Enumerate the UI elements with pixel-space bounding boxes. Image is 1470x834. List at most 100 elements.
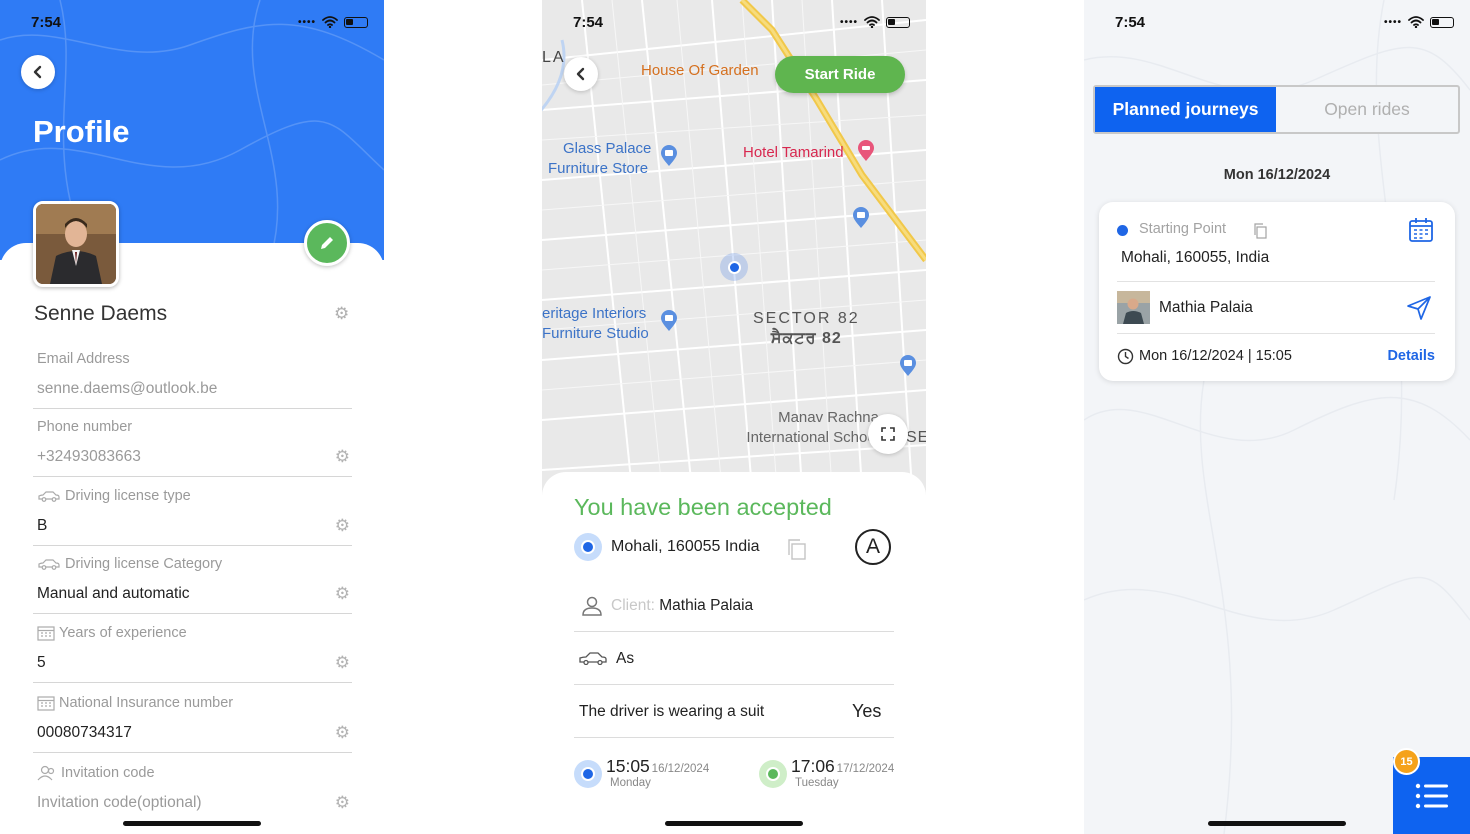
start-ride-button[interactable]: Start Ride xyxy=(775,56,905,93)
phone-label-text: Phone number xyxy=(37,419,133,435)
status-bar: 7:54 •••• xyxy=(0,12,384,34)
status-time: 7:54 xyxy=(31,14,62,31)
experience-value: 5 xyxy=(37,654,46,671)
map-label-heritage-line2: Furniture Studio xyxy=(542,325,649,342)
status-time: 7:54 xyxy=(573,14,604,31)
license-type-value: B xyxy=(37,517,48,534)
insurance-number-label-text: National Insurance number xyxy=(59,695,234,711)
signal-icon: •••• xyxy=(297,16,316,28)
status-icons: •••• xyxy=(298,16,368,28)
map-label-sector-line1: SECTOR 82 xyxy=(753,310,860,327)
client-row: Client: Mathia Palaia xyxy=(611,597,753,615)
shop-pin-icon xyxy=(661,145,677,166)
back-button[interactable] xyxy=(21,55,55,89)
map-label-glass-palace-line1: Glass Palace xyxy=(563,140,652,157)
start-time: 15:05 xyxy=(606,756,650,776)
email-value: senne.daems@outlook.be xyxy=(37,380,218,397)
profile-name: Senne Daems xyxy=(34,302,168,325)
current-location-marker xyxy=(720,253,748,281)
send-icon[interactable] xyxy=(1406,295,1432,321)
notification-badge: 15 xyxy=(1393,748,1420,775)
gear-icon[interactable]: ⚙ xyxy=(335,793,350,813)
experience-field[interactable]: Years of experience 5 ⚙ xyxy=(33,621,352,683)
car-icon xyxy=(38,491,60,502)
start-day: Monday xyxy=(610,777,651,789)
email-field[interactable]: Email Address senne.daems@outlook.be xyxy=(33,347,352,409)
insurance-number-field[interactable]: National Insurance number 00080734317 ⚙ xyxy=(33,691,352,753)
end-time-row: 17:06 17/12/2024 xyxy=(791,756,894,777)
pencil-icon xyxy=(321,237,333,249)
map-label-sector-line2: ਸੈਕਟਰ 82 xyxy=(770,330,842,347)
starting-point-label: Starting Point xyxy=(1139,221,1227,237)
tab-open-rides[interactable]: Open rides xyxy=(1276,87,1458,132)
license-category-label: Driving license Category xyxy=(37,556,222,572)
gear-icon[interactable]: ⚙ xyxy=(335,584,350,604)
home-indicator xyxy=(665,821,803,826)
back-button[interactable] xyxy=(564,57,598,91)
client-name: Mathia Palaia xyxy=(659,597,754,614)
expand-map-button[interactable] xyxy=(868,414,908,454)
email-label-text: Email Address xyxy=(37,351,130,367)
tab-planned-journeys[interactable]: Planned journeys xyxy=(1095,87,1276,132)
edit-profile-button[interactable] xyxy=(304,220,350,266)
driver-avatar xyxy=(1117,291,1150,324)
license-type-label: Driving license type xyxy=(37,488,191,504)
divider xyxy=(574,631,894,632)
shop-pin-icon xyxy=(900,355,916,376)
map-label-manav-line1: Manav Rachna xyxy=(778,409,879,426)
page-title: Profile xyxy=(33,114,130,149)
map-label-house-of-garden: House Of Garden xyxy=(641,62,759,79)
status-time: 7:54 xyxy=(1115,14,1146,31)
map-view[interactable]: 7:54 •••• LA House Of Garden Start Ride … xyxy=(542,0,926,490)
starting-point-address: Mohali, 160055, India xyxy=(1121,249,1270,266)
copy-icon[interactable] xyxy=(785,537,807,561)
status-bar: 7:54 •••• xyxy=(1084,12,1470,34)
signal-icon: •••• xyxy=(839,16,858,28)
client-label: Client: xyxy=(611,597,655,614)
journey-tabs: Planned journeys Open rides xyxy=(1093,85,1460,134)
journey-card[interactable]: Starting Point Mohali, 160055, India Mat… xyxy=(1099,202,1455,381)
signal-icon: •••• xyxy=(1383,16,1402,28)
wifi-icon xyxy=(322,16,338,28)
battery-icon xyxy=(1430,16,1454,28)
wifi-icon xyxy=(864,16,880,28)
license-type-field[interactable]: Driving license type B ⚙ xyxy=(33,484,352,546)
end-day: Tuesday xyxy=(795,777,839,789)
map-label-manav-line2: International School xyxy=(746,429,879,446)
gear-icon[interactable]: ⚙ xyxy=(334,304,349,324)
divider xyxy=(1117,333,1435,334)
gear-icon[interactable]: ⚙ xyxy=(335,516,350,536)
chevron-left-icon xyxy=(33,65,42,79)
home-indicator xyxy=(1208,821,1346,826)
copy-icon[interactable] xyxy=(1253,223,1267,239)
end-date: 17/12/2024 xyxy=(836,763,895,775)
chevron-left-icon xyxy=(576,67,585,81)
details-link[interactable]: Details xyxy=(1387,348,1435,364)
expand-icon xyxy=(881,427,895,441)
status-icons: •••• xyxy=(1384,16,1454,28)
gear-icon[interactable]: ⚙ xyxy=(335,447,350,467)
car-icon xyxy=(38,559,60,570)
map-label-glass-palace-line2: Furniture Store xyxy=(548,160,649,177)
list-icon xyxy=(1415,783,1448,808)
profile-screen: 7:54 •••• Profile Senne Daems ⚙ Email Ad… xyxy=(0,0,384,834)
map-label-hotel: Hotel Tamarind xyxy=(743,144,844,161)
avatar[interactable] xyxy=(33,201,119,287)
accepted-heading: You have been accepted xyxy=(574,494,832,520)
calendar-icon xyxy=(37,626,55,641)
suit-question: The driver is wearing a suit xyxy=(579,703,765,720)
suit-answer: Yes xyxy=(852,701,882,721)
divider xyxy=(574,684,894,685)
location-dot xyxy=(727,260,741,274)
shop-pin-icon xyxy=(661,310,677,331)
gear-icon[interactable]: ⚙ xyxy=(335,653,350,673)
map-label-heritage-line1: eritage Interiors xyxy=(542,305,647,322)
phone-field[interactable]: Phone number +32493083663 ⚙ xyxy=(33,415,352,477)
invitation-code-label-text: Invitation code xyxy=(61,765,155,781)
invitation-code-field[interactable]: Invitation code Invitation code(optional… xyxy=(33,761,352,823)
map-label-sector: SECTOR 82 ਸੈਕਟਰ 82 xyxy=(753,309,860,349)
calendar-icon[interactable] xyxy=(1408,217,1434,243)
gear-icon[interactable]: ⚙ xyxy=(335,723,350,743)
battery-icon xyxy=(344,16,368,28)
license-category-field[interactable]: Driving license Category Manual and auto… xyxy=(33,552,352,614)
